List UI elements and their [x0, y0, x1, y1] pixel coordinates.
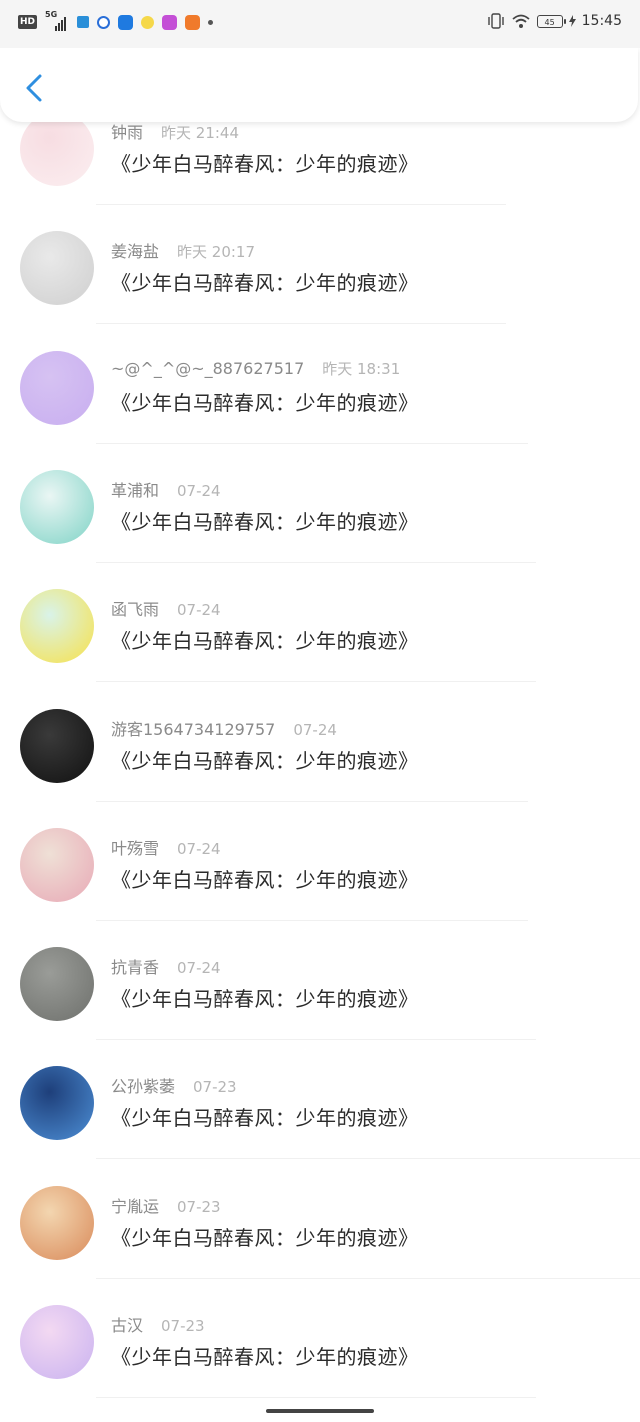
avatar[interactable]: [20, 947, 94, 1021]
comment-meta: 函飞雨 07-24: [111, 596, 221, 620]
comment-meta: ~@^_^@~_887627517 昨天 18:31: [111, 358, 400, 379]
comment-title[interactable]: 《少年白马醉春风：少年的痕迹》: [111, 864, 419, 893]
comment-row[interactable]: 抗青香 07-24 《少年白马醉春风：少年的痕迹》: [0, 921, 640, 1040]
timestamp: 07-24: [177, 601, 221, 619]
comment-title[interactable]: 《少年白马醉春风：少年的痕迹》: [111, 387, 419, 416]
divider: [96, 323, 506, 324]
timestamp: 07-24: [177, 959, 221, 977]
comment-meta: 游客1564734129757 07-24: [111, 716, 337, 740]
timestamp: 07-24: [293, 721, 337, 739]
comment-row[interactable]: 姜海盐 昨天 20:17 《少年白马醉春风：少年的痕迹》: [0, 205, 640, 324]
vibrate-icon: [487, 13, 504, 29]
status-bar: HD 5G 45 15:45: [0, 0, 640, 48]
signal-icon: 5G: [45, 10, 69, 31]
comment-meta: 宁胤运 07-23: [111, 1193, 221, 1217]
hd-badge: HD: [18, 15, 38, 29]
comment-title[interactable]: 《少年白马醉春风：少年的痕迹》: [111, 267, 419, 296]
timestamp: 昨天 20:17: [177, 243, 256, 261]
divider: [96, 1158, 640, 1159]
avatar[interactable]: [20, 1305, 94, 1379]
comment-title[interactable]: 《少年白马醉春风：少年的痕迹》: [111, 148, 419, 177]
username[interactable]: 游客1564734129757: [111, 716, 275, 740]
comment-meta: 革浦和 07-24: [111, 477, 221, 501]
comment-row[interactable]: 游客1564734129757 07-24 《少年白马醉春风：少年的痕迹》: [0, 683, 640, 802]
avatar[interactable]: [20, 231, 94, 305]
username[interactable]: 宁胤运: [111, 1193, 159, 1217]
avatar[interactable]: [20, 709, 94, 783]
comment-row[interactable]: 公孙紫萎 07-23 《少年白马醉春风：少年的痕迹》: [0, 1040, 640, 1159]
comment-row[interactable]: 函飞雨 07-24 《少年白马醉春风：少年的痕迹》: [0, 563, 640, 682]
username[interactable]: 革浦和: [111, 477, 159, 501]
avatar[interactable]: [20, 351, 94, 425]
timestamp: 昨天 18:31: [322, 360, 401, 378]
comment-title[interactable]: 《少年白马醉春风：少年的痕迹》: [111, 506, 419, 535]
avatar[interactable]: [20, 1186, 94, 1260]
timestamp: 07-23: [193, 1078, 237, 1096]
header-bar: [0, 48, 638, 122]
comment-title[interactable]: 《少年白马醉春风：少年的痕迹》: [111, 1341, 419, 1370]
username[interactable]: 姜海盐: [111, 238, 159, 262]
search-app-icon: [97, 15, 111, 29]
comment-title[interactable]: 《少年白马醉春风：少年的痕迹》: [111, 983, 419, 1012]
avatar[interactable]: [20, 470, 94, 544]
comment-meta: 古汉 07-23: [111, 1312, 205, 1336]
comment-row[interactable]: ~@^_^@~_887627517 昨天 18:31 《少年白马醉春风：少年的痕迹》: [0, 325, 640, 444]
avatar[interactable]: [20, 112, 94, 186]
comment-title[interactable]: 《少年白马醉春风：少年的痕迹》: [111, 745, 419, 774]
battery-icon: 45: [536, 14, 566, 28]
timestamp: 07-23: [161, 1317, 205, 1335]
timestamp: 07-24: [177, 482, 221, 500]
username[interactable]: ~@^_^@~_887627517: [111, 359, 304, 378]
username[interactable]: 钟雨: [111, 119, 143, 143]
comment-title[interactable]: 《少年白马醉春风：少年的痕迹》: [111, 1102, 419, 1131]
avatar[interactable]: [20, 589, 94, 663]
timestamp: 07-23: [177, 1198, 221, 1216]
charging-icon: [568, 15, 576, 27]
comment-meta: 姜海盐 昨天 20:17: [111, 238, 255, 262]
comment-row[interactable]: 宁胤运 07-23 《少年白马醉春风：少年的痕迹》: [0, 1160, 640, 1279]
comment-meta: 公孙紫萎 07-23: [111, 1073, 237, 1097]
comment-meta: 抗青香 07-24: [111, 954, 221, 978]
avatar[interactable]: [20, 828, 94, 902]
timestamp: 昨天 21:44: [161, 124, 240, 142]
orange-app-icon: [185, 14, 201, 30]
more-notifications-icon: [208, 19, 214, 25]
username[interactable]: 抗青香: [111, 954, 159, 978]
comment-title[interactable]: 《少年白马醉春风：少年的痕迹》: [111, 625, 419, 654]
comment-row[interactable]: 古汉 07-23 《少年白马醉春风：少年的痕迹》: [0, 1279, 640, 1398]
divider: [96, 681, 536, 682]
comment-title[interactable]: 《少年白马醉春风：少年的痕迹》: [111, 1222, 419, 1251]
back-button[interactable]: [18, 68, 50, 108]
comment-meta: 钟雨 昨天 21:44: [111, 119, 239, 143]
shield-app-icon: [118, 14, 134, 30]
username[interactable]: 古汉: [111, 1312, 143, 1336]
divider: [96, 1397, 536, 1398]
wifi-icon: [512, 14, 530, 28]
comment-row[interactable]: 叶殇雪 07-24 《少年白马醉春风：少年的痕迹》: [0, 802, 640, 921]
mascot-app-icon: [141, 15, 155, 29]
home-indicator[interactable]: [266, 1409, 374, 1413]
username[interactable]: 公孙紫萎: [111, 1073, 175, 1097]
username[interactable]: 叶殇雪: [111, 835, 159, 859]
message-app-icon: [77, 16, 90, 28]
camera-app-icon: [162, 14, 178, 30]
chevron-left-icon: [26, 74, 42, 102]
comment-row[interactable]: 革浦和 07-24 《少年白马醉春风：少年的痕迹》: [0, 444, 640, 563]
username[interactable]: 函飞雨: [111, 596, 159, 620]
comment-meta: 叶殇雪 07-24: [111, 835, 221, 859]
clock: 15:45: [581, 13, 622, 29]
avatar[interactable]: [20, 1066, 94, 1140]
timestamp: 07-24: [177, 840, 221, 858]
